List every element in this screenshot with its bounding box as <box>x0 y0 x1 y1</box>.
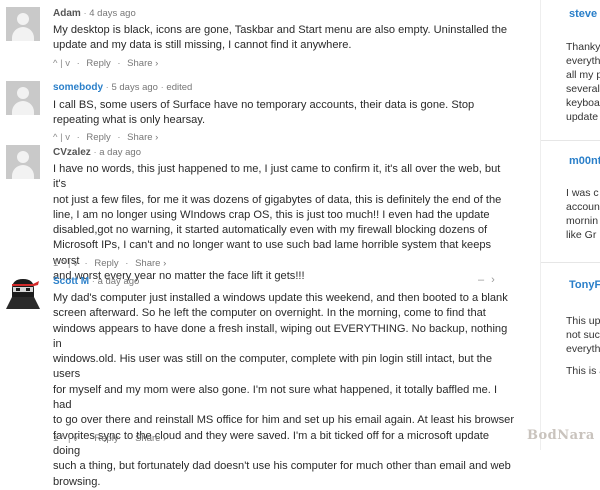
avatar[interactable] <box>6 275 40 309</box>
comment-actions: 1 ^ | v · Reply · Share › <box>53 258 167 269</box>
vote-buttons[interactable]: ^ | v <box>53 58 70 69</box>
side-comment-text: Thanky everyth all my p several keyboa u… <box>566 41 600 123</box>
avatar[interactable] <box>6 7 40 41</box>
ninja-avatar-icon <box>6 275 40 309</box>
share-button[interactable]: Share › <box>127 132 158 143</box>
comment-meta: Adam · 4 days ago <box>53 8 136 19</box>
share-button[interactable]: Share › <box>135 258 166 269</box>
comment-author[interactable]: CVzalez <box>53 147 91 158</box>
side-comment-text: I was c accoun mornin like Gr <box>566 187 600 241</box>
reply-button[interactable]: Reply <box>94 433 118 444</box>
side-comment-column: steve f Thanky everyth all my p several … <box>540 0 600 450</box>
divider <box>541 262 600 263</box>
comment-text: I call BS, some users of Surface have no… <box>53 99 475 127</box>
avatar[interactable] <box>6 145 40 179</box>
reply-button[interactable]: Reply <box>94 258 118 269</box>
comment-time[interactable]: 4 days ago <box>89 8 135 19</box>
vote-buttons[interactable]: ^ | v <box>53 132 70 143</box>
vote-buttons[interactable]: 1 ^ | v <box>53 258 78 269</box>
reply-button[interactable]: Reply <box>86 132 110 143</box>
comment-time[interactable]: a day ago <box>98 276 140 287</box>
comment-text: My desktop is black, icons are gone, Tas… <box>53 24 508 52</box>
collapse-toggle[interactable]: – › <box>478 274 497 286</box>
side-comment-author[interactable]: m00nt <box>569 155 600 167</box>
share-button[interactable]: Share › <box>127 58 158 69</box>
side-comment-author[interactable]: TonyFi <box>569 279 600 291</box>
comment-actions: ^ | v · Reply · Share › <box>53 132 159 143</box>
comment-meta: somebody · 5 days ago · edited <box>53 82 193 93</box>
comment-actions: 1 ^ | v · Reply · Share › <box>53 433 167 444</box>
edited-label: edited <box>166 82 193 93</box>
side-comment-text: This up not suc everyth This is a <box>566 315 600 377</box>
comment-meta: Scott M · a day ago <box>53 276 140 287</box>
comment-time[interactable]: a day ago <box>99 147 141 158</box>
side-comment-author[interactable]: steve f <box>569 8 600 20</box>
comment-actions: ^ | v · Reply · Share › <box>53 58 159 69</box>
comment-author[interactable]: Adam <box>53 8 81 19</box>
comment-thread: Adam · 4 days ago My desktop is black, i… <box>0 0 520 488</box>
comment-author[interactable]: somebody <box>53 82 103 93</box>
comment-meta: CVzalez · a day ago <box>53 147 141 158</box>
comment-author[interactable]: Scott M <box>53 276 89 287</box>
comment-time[interactable]: 5 days ago <box>111 82 157 93</box>
avatar[interactable] <box>6 81 40 115</box>
reply-button[interactable]: Reply <box>86 58 110 69</box>
divider <box>541 140 600 141</box>
comment-text: My dad's computer just installed a windo… <box>53 292 515 488</box>
watermark-logo: BodNara <box>527 428 595 443</box>
vote-buttons[interactable]: 1 ^ | v <box>53 433 78 444</box>
share-button[interactable]: Share › <box>135 433 166 444</box>
